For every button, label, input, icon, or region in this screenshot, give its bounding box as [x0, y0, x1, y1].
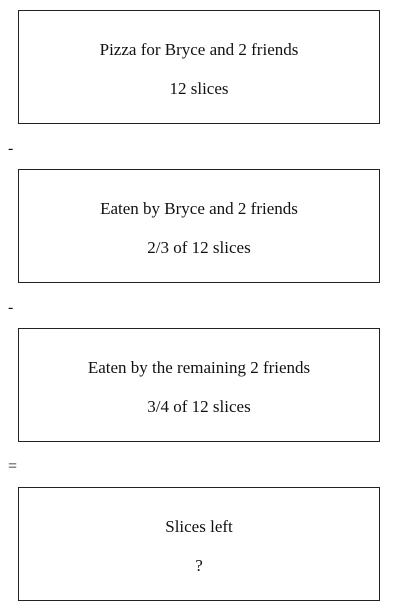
box-slices-left-value: ?	[195, 556, 203, 575]
box-slices-left: Slices left ?	[18, 487, 380, 601]
box-eaten-remaining-label: Eaten by the remaining 2 friends	[87, 358, 311, 377]
box-eaten-remaining-value: 3/4 of 12 slices	[147, 397, 251, 416]
box-eaten-first-label: Eaten by Bryce and 2 friends	[100, 199, 298, 218]
box-total-pizza-label: Pizza for Bryce and 2 friends	[99, 40, 299, 59]
operator-minus-1: -	[8, 140, 14, 157]
operator-minus-2: -	[8, 299, 14, 316]
box-total-pizza: Pizza for Bryce and 2 friends 12 slices	[18, 10, 380, 124]
box-slices-left-label: Slices left	[165, 517, 233, 536]
box-total-pizza-value: 12 slices	[169, 79, 229, 98]
operator-equals: =	[8, 458, 18, 475]
box-eaten-first-value: 2/3 of 12 slices	[147, 238, 251, 257]
box-eaten-first: Eaten by Bryce and 2 friends 2/3 of 12 s…	[18, 169, 380, 283]
box-eaten-remaining: Eaten by the remaining 2 friends 3/4 of …	[18, 328, 380, 442]
